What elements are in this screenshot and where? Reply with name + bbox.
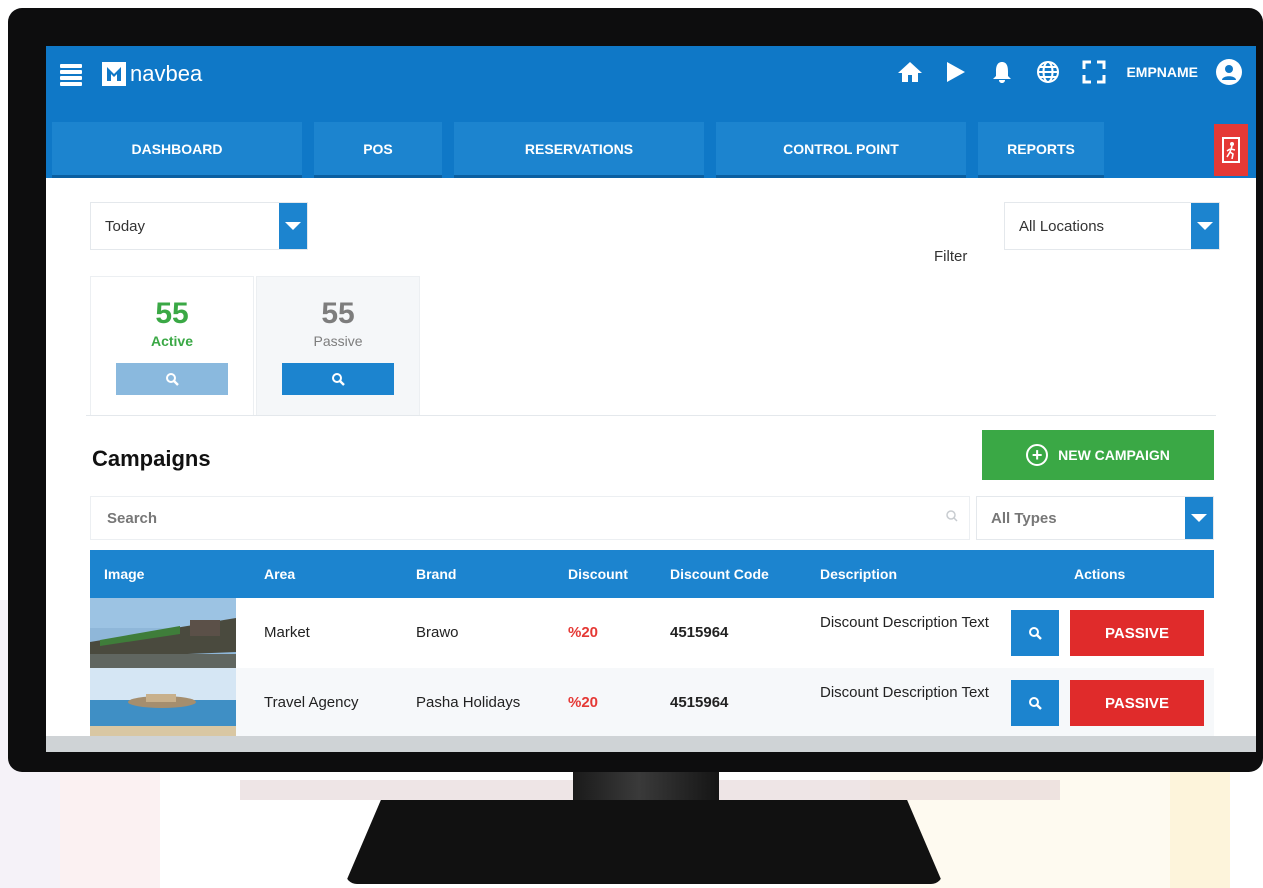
row-discount: %20 (568, 624, 599, 641)
app-screen: navbea EMPNAME DASHBOARD POS RESERVATION… (46, 46, 1256, 752)
date-range-select[interactable]: Today (90, 202, 308, 250)
hamburger-menu-icon[interactable] (60, 64, 82, 86)
tab-pos[interactable]: POS (314, 122, 442, 178)
campaigns-title: Campaigns (92, 446, 211, 471)
row-area: Travel Agency (264, 694, 359, 711)
active-stat-card[interactable]: 55 Active (90, 276, 254, 416)
search-icon (332, 373, 345, 386)
col-brand: Brand (416, 566, 457, 582)
row-discount-code: 4515964 (670, 624, 729, 641)
plus-circle-icon: + (1026, 444, 1049, 466)
user-icon[interactable] (1216, 59, 1242, 85)
passive-label: Passive (313, 333, 363, 349)
active-count: 55 (155, 297, 189, 330)
chevron-down-icon[interactable] (279, 203, 307, 249)
col-area: Area (264, 566, 296, 582)
table-row[interactable]: Market Brawo %20 4515964 Discount Descri… (90, 598, 1214, 668)
row-brand: Brawo (416, 624, 459, 641)
active-label: Active (150, 333, 194, 349)
table-header: Image Area Brand Discount Discount Code … (90, 550, 1214, 598)
row-description: Discount Description Text (820, 684, 989, 701)
row-discount: %20 (568, 694, 599, 711)
type-select[interactable]: All Types (976, 496, 1214, 540)
col-image: Image (104, 566, 145, 582)
row-area: Market (264, 624, 310, 641)
new-campaign-label: NEW CAMPAIGN (1058, 447, 1170, 463)
search-icon (946, 510, 958, 522)
passive-button[interactable]: PASSIVE (1070, 610, 1204, 656)
home-icon[interactable] (896, 58, 924, 86)
bell-icon[interactable] (988, 58, 1016, 86)
background-decoration (1170, 760, 1230, 888)
tab-control-point[interactable]: CONTROL POINT (716, 122, 966, 178)
logout-button[interactable] (1214, 124, 1248, 176)
main-nav: DASHBOARD POS RESERVATIONS CONTROL POINT… (46, 122, 1256, 178)
location-value: All Locations (1019, 217, 1105, 235)
date-range-value: Today (105, 217, 146, 235)
divider (86, 415, 1216, 416)
user-name[interactable]: EMPNAME (1126, 64, 1198, 80)
search-input[interactable]: Search (90, 496, 970, 540)
logo-mark-icon (102, 62, 126, 86)
col-discount-code: Discount Code (670, 566, 769, 582)
view-button[interactable] (1011, 610, 1059, 656)
screen-bottom-bar (46, 736, 1256, 752)
row-brand: Pasha Holidays (416, 694, 521, 711)
globe-icon[interactable] (1034, 58, 1062, 86)
passive-stat-card[interactable]: 55 Passive (256, 276, 420, 416)
new-campaign-button[interactable]: + NEW CAMPAIGN (982, 430, 1214, 480)
tab-reservations[interactable]: RESERVATIONS (454, 122, 704, 178)
monitor-frame: navbea EMPNAME DASHBOARD POS RESERVATION… (8, 8, 1263, 772)
tab-dashboard[interactable]: DASHBOARD (52, 122, 302, 178)
row-thumbnail (90, 668, 236, 738)
logo-text: navbea (130, 61, 203, 86)
chevron-down-icon[interactable] (1191, 203, 1219, 249)
search-icon (1029, 697, 1042, 710)
passive-button[interactable]: PASSIVE (1070, 680, 1204, 726)
play-icon[interactable] (942, 58, 970, 86)
filter-label: Filter (934, 248, 968, 265)
type-value: All Types (991, 509, 1057, 527)
row-discount-code: 4515964 (670, 694, 729, 711)
col-discount: Discount (568, 566, 628, 582)
top-icons: EMPNAME (896, 58, 1242, 86)
active-search-button[interactable] (116, 363, 228, 395)
top-bar: navbea EMPNAME (46, 46, 1256, 122)
monitor-stand-base (345, 800, 943, 884)
passive-count: 55 (321, 297, 355, 330)
row-thumbnail (90, 598, 236, 668)
search-placeholder: Search (107, 509, 158, 527)
passive-search-button[interactable] (282, 363, 394, 395)
exit-door-icon (1222, 137, 1240, 163)
tab-reports[interactable]: REPORTS (978, 122, 1104, 178)
row-description: Discount Description Text (820, 614, 989, 631)
table-row[interactable]: Travel Agency Pasha Holidays %20 4515964… (90, 668, 1214, 738)
chevron-down-icon[interactable] (1185, 497, 1213, 539)
col-actions: Actions (1074, 566, 1126, 582)
col-description: Description (820, 566, 898, 582)
app-logo[interactable]: navbea (102, 61, 202, 87)
view-button[interactable] (1011, 680, 1059, 726)
main-content: Today Filter All Locations 55 Active 55 … (46, 178, 1256, 752)
search-icon (1029, 627, 1042, 640)
search-icon (166, 373, 179, 386)
location-select[interactable]: All Locations (1004, 202, 1220, 250)
fullscreen-icon[interactable] (1080, 58, 1108, 86)
